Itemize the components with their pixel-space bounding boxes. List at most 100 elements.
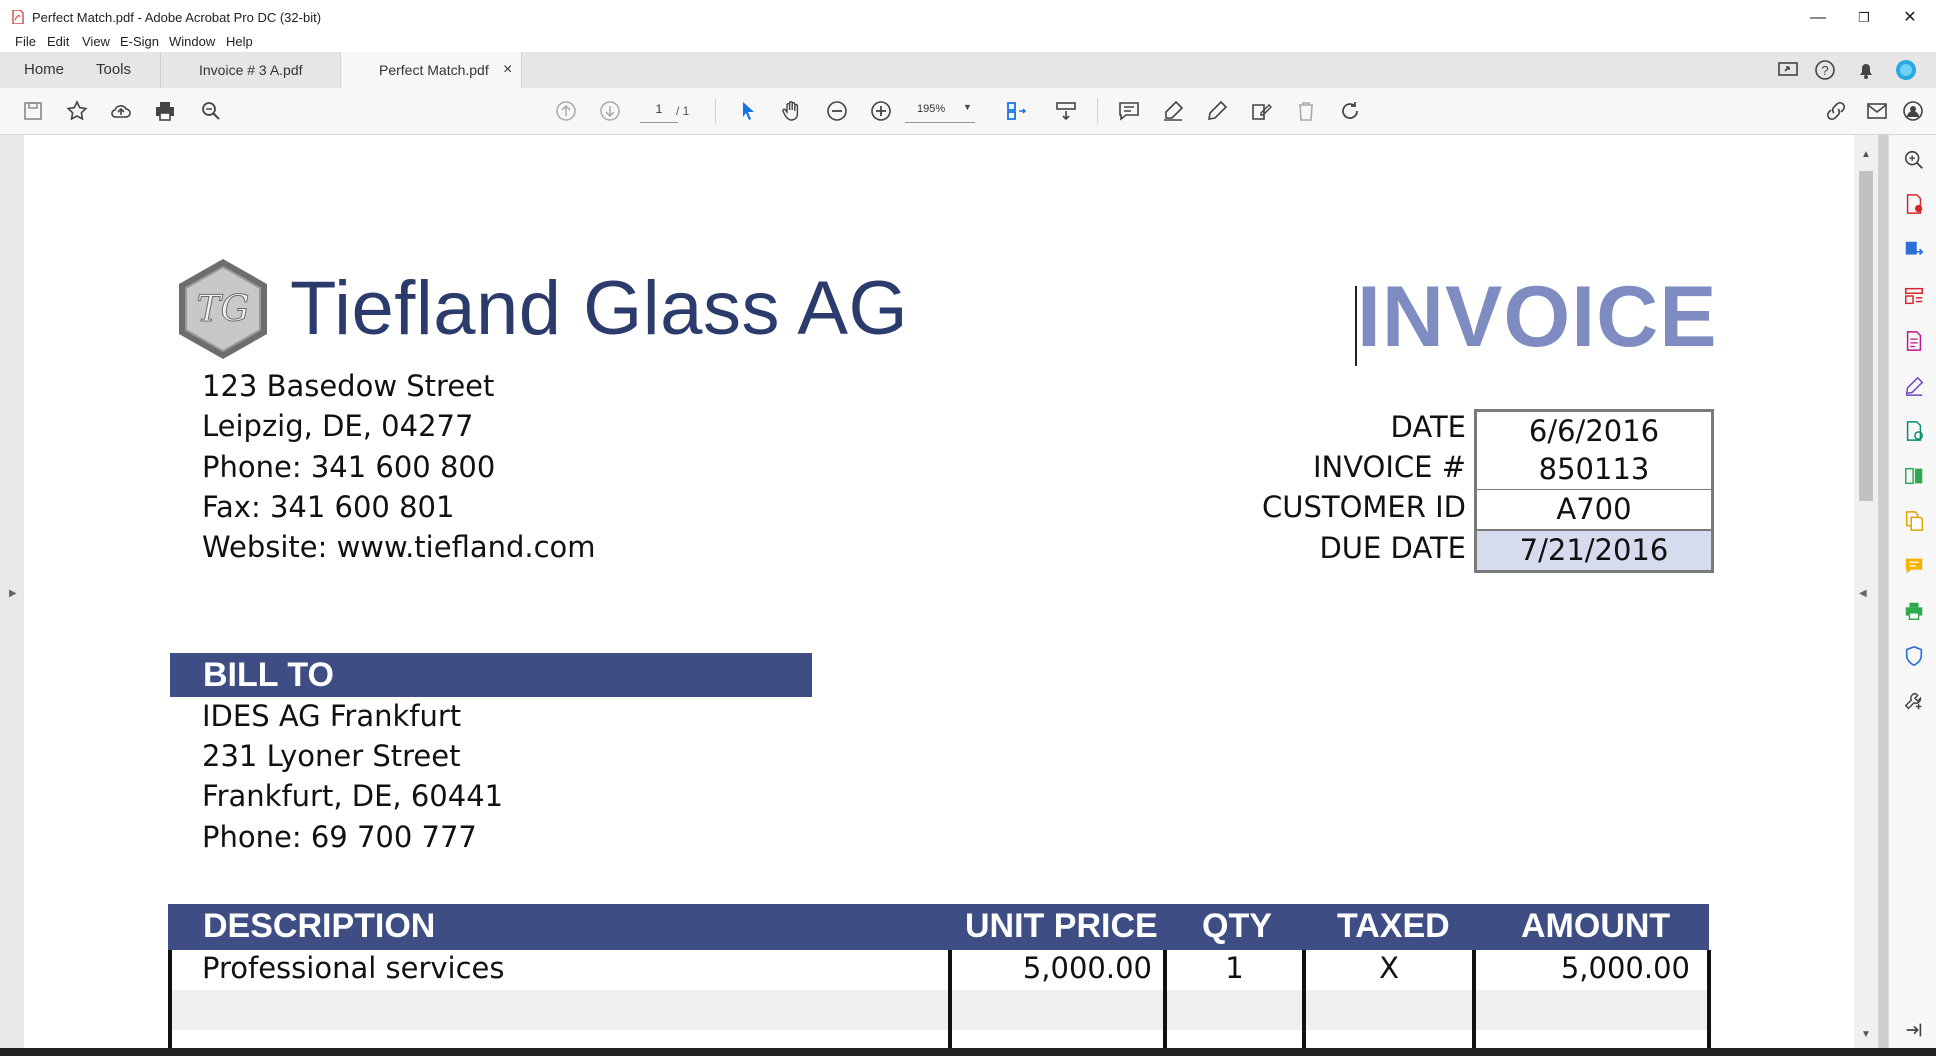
invoice-title: INVOICE: [1357, 269, 1718, 365]
table-border: [948, 950, 952, 1056]
column-header-taxed: TAXED: [1337, 907, 1450, 945]
company-name: Tiefland Glass AG: [290, 266, 909, 351]
send-for-review-icon[interactable]: [1901, 418, 1927, 444]
company-website: Website: www.tiefland.com: [202, 530, 596, 564]
user-search-icon[interactable]: [1900, 98, 1926, 124]
column-header-qty: QTY: [1202, 907, 1272, 945]
rotate-icon[interactable]: [1337, 98, 1363, 124]
bill-to-line: 231 Lyoner Street: [202, 739, 461, 773]
fill-and-sign-icon[interactable]: [1901, 373, 1927, 399]
comment-icon[interactable]: [1116, 98, 1142, 124]
date-value: 6/6/2016: [1474, 409, 1714, 454]
email-icon[interactable]: [1864, 98, 1890, 124]
tab-tools[interactable]: Tools: [96, 52, 131, 88]
share-link-icon[interactable]: [1823, 98, 1849, 124]
comment-tool-icon[interactable]: [1901, 553, 1927, 579]
menu-help[interactable]: Help: [226, 34, 253, 49]
organize-pages-icon[interactable]: [1901, 283, 1927, 309]
company-address-line: Leipzig, DE, 04277: [202, 409, 474, 443]
zoom-out-icon[interactable]: [824, 98, 850, 124]
account-avatar-icon[interactable]: [1893, 57, 1919, 83]
collapse-right-pane-icon[interactable]: [1901, 1017, 1927, 1043]
scroll-down-arrow-icon[interactable]: ▼: [1861, 1029, 1871, 1040]
tab-home[interactable]: Home: [24, 52, 64, 88]
table-border: [168, 950, 172, 1056]
previous-page-icon[interactable]: [553, 98, 579, 124]
highlight-pen-icon[interactable]: [1160, 98, 1186, 124]
combine-files-icon[interactable]: [1901, 508, 1927, 534]
menu-bar: File Edit View E-Sign Window Help: [0, 32, 1936, 52]
zoom-search-icon[interactable]: [1901, 147, 1927, 173]
minimize-button[interactable]: —: [1796, 6, 1840, 30]
due-date-label: DUE DATE: [1319, 531, 1466, 565]
tab-bar: Home Tools Invoice # 3 A.pdf Perfect Mat…: [0, 52, 1936, 89]
tab-invoice-3a[interactable]: Invoice # 3 A.pdf: [160, 52, 340, 88]
customer-id-label: CUSTOMER ID: [1261, 490, 1466, 524]
find-search-icon[interactable]: [198, 98, 224, 124]
fill-sign-icon[interactable]: [1248, 98, 1274, 124]
acrobat-pdf-icon: [12, 10, 24, 24]
expand-left-pane-icon[interactable]: ▶: [9, 588, 17, 599]
edit-pdf-icon[interactable]: [1901, 328, 1927, 354]
right-tools-pane: ◀: [1859, 135, 1936, 1056]
line-item-qty: 1: [1225, 951, 1244, 985]
bill-to-phone: Phone: 69 700 777: [202, 820, 477, 854]
column-header-amount: AMOUNT: [1521, 907, 1671, 945]
scroll-up-arrow-icon[interactable]: ▲: [1861, 149, 1871, 160]
line-item-unit-price: 5,000.00: [1022, 951, 1152, 985]
tab-perfect-match-label: Perfect Match.pdf: [379, 62, 489, 78]
export-pdf-icon[interactable]: [1901, 237, 1927, 263]
chevron-down-icon: ▼: [963, 102, 972, 112]
select-cursor-icon[interactable]: [735, 98, 761, 124]
bookmark-star-icon[interactable]: [64, 98, 90, 124]
scroll-mode-icon[interactable]: [1053, 98, 1079, 124]
page-number-input[interactable]: 1: [640, 102, 678, 123]
print-production-icon[interactable]: [1901, 598, 1927, 624]
menu-esign[interactable]: E-Sign: [120, 34, 159, 49]
help-icon[interactable]: ?: [1812, 57, 1838, 83]
menu-window[interactable]: Window: [169, 34, 215, 49]
line-item-description: Professional services: [202, 951, 505, 985]
main-toolbar: 1 / 1 195% ▼: [0, 88, 1936, 135]
table-row-empty: [172, 990, 1707, 1030]
delete-trash-icon[interactable]: [1293, 98, 1319, 124]
toolbar-divider: [1097, 98, 1098, 124]
upload-cloud-icon[interactable]: [108, 98, 134, 124]
bill-to-line: Frankfurt, DE, 60441: [202, 779, 504, 813]
zoom-in-icon[interactable]: [868, 98, 894, 124]
company-fax: Fax: 341 600 801: [202, 490, 455, 524]
collapse-pane-arrow-icon[interactable]: ◀: [1859, 588, 1867, 599]
company-address-line: 123 Basedow Street: [202, 369, 495, 403]
svg-text:?: ?: [1821, 63, 1828, 78]
bill-to-line: IDES AG Frankfurt: [202, 699, 462, 733]
scrollbar-thumb[interactable]: [1859, 171, 1873, 501]
restore-button[interactable]: ❐: [1842, 6, 1886, 30]
next-page-icon[interactable]: [597, 98, 623, 124]
compare-files-icon[interactable]: [1901, 463, 1927, 489]
notifications-bell-icon[interactable]: [1853, 57, 1879, 83]
customer-id-value: A700: [1474, 490, 1714, 532]
zoom-level-value: 195%: [917, 103, 946, 115]
close-window-button[interactable]: ✕: [1888, 6, 1932, 30]
create-pdf-icon[interactable]: [1901, 191, 1927, 217]
draw-freehand-icon[interactable]: [1204, 98, 1230, 124]
page-total-label: / 1: [676, 104, 690, 118]
menu-edit[interactable]: Edit: [47, 34, 69, 49]
more-tools-icon[interactable]: [1901, 688, 1927, 714]
company-phone: Phone: 341 600 800: [202, 450, 496, 484]
invoice-number-value: 850113: [1474, 450, 1714, 492]
zoom-level-dropdown[interactable]: 195% ▼: [905, 100, 975, 123]
taskbar-strip: [0, 1048, 1936, 1056]
fit-page-icon[interactable]: [1003, 98, 1029, 124]
hand-tool-icon[interactable]: [779, 98, 805, 124]
share-screen-icon[interactable]: [1775, 57, 1801, 83]
line-item-amount: 5,000.00: [1560, 951, 1690, 985]
menu-file[interactable]: File: [15, 34, 36, 49]
menu-view[interactable]: View: [82, 34, 110, 49]
save-icon[interactable]: [20, 98, 46, 124]
print-icon[interactable]: [152, 98, 178, 124]
protect-shield-icon[interactable]: [1901, 643, 1927, 669]
tab-perfect-match[interactable]: Perfect Match.pdf ×: [340, 52, 522, 88]
tab-close-icon[interactable]: ×: [503, 52, 512, 88]
line-item-taxed: X: [1379, 951, 1399, 985]
